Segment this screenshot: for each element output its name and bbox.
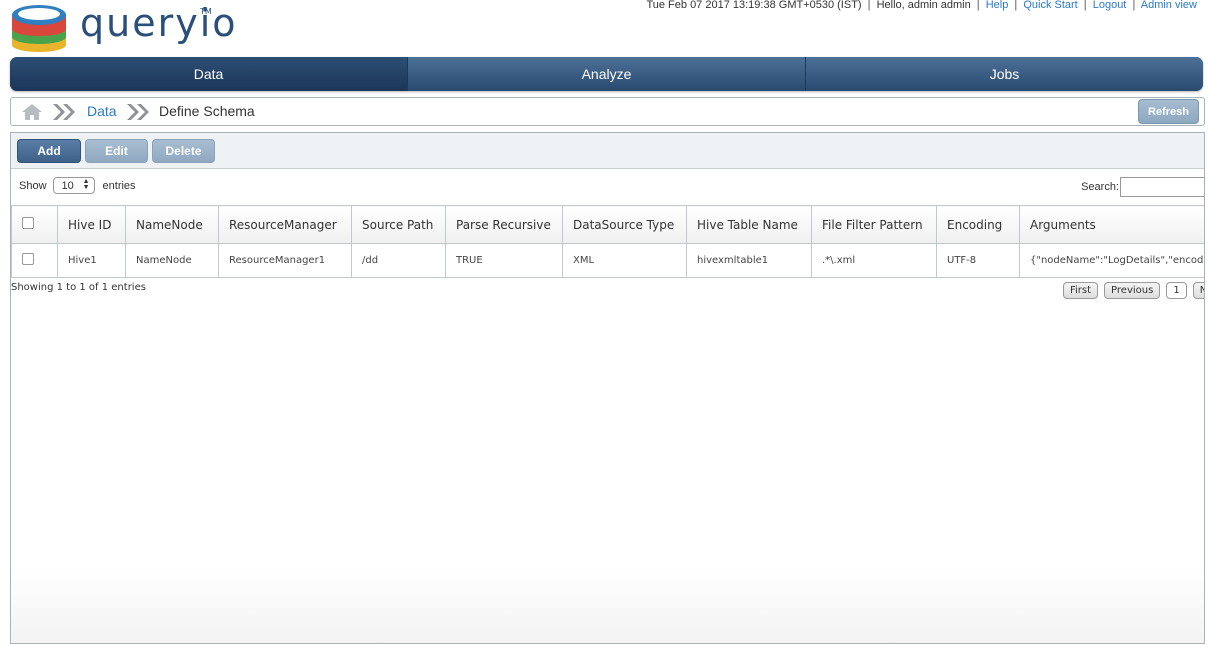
delete-button[interactable]: Delete xyxy=(152,139,215,163)
column-header[interactable]: Arguments xyxy=(1019,205,1204,244)
show-label: Show xyxy=(19,179,47,192)
column-header[interactable]: DataSource Type xyxy=(562,205,687,244)
toolbar: Add Edit Delete xyxy=(11,133,1204,169)
header: queryio TM Tue Feb 07 2017 13:19:38 GMT+… xyxy=(0,0,1211,56)
table-cell: /dd xyxy=(351,243,446,278)
table-cell: NameNode xyxy=(125,243,219,278)
pagination: First Previous 1 Next xyxy=(1063,282,1204,299)
table-cell: {"nodeName":"LogDetails","encoding":"UTF… xyxy=(1019,243,1204,278)
database-logo-icon xyxy=(12,5,66,52)
column-header[interactable]: File Filter Pattern xyxy=(811,205,937,244)
column-header[interactable]: ResourceManager xyxy=(218,205,352,244)
select-all-cell xyxy=(11,205,58,244)
table-cell: hivexmltable1 xyxy=(686,243,812,278)
first-page-button[interactable]: First xyxy=(1063,282,1099,299)
table-cell: TRUE xyxy=(445,243,563,278)
schema-panel: Add Edit Delete Show 10 ▲ ▼ entries Searc… xyxy=(10,132,1205,644)
tab-analyze[interactable]: Analyze xyxy=(407,57,805,91)
main-nav: Data Analyze Jobs xyxy=(10,57,1203,91)
column-header[interactable]: NameNode xyxy=(125,205,219,244)
trademark: TM xyxy=(200,7,212,16)
top-user-bar: Tue Feb 07 2017 13:19:38 GMT+0530 (IST) … xyxy=(646,0,1197,11)
home-icon[interactable] xyxy=(21,103,43,121)
entries-select[interactable]: 10 ▲ ▼ xyxy=(52,177,95,194)
table-cell: .*\.xml xyxy=(811,243,937,278)
refresh-button[interactable]: Refresh xyxy=(1138,99,1199,124)
column-header[interactable]: Hive ID xyxy=(57,205,126,244)
select-arrows-icon: ▲ ▼ xyxy=(82,178,90,191)
entries-value: 10 xyxy=(61,179,74,192)
entries-label: entries xyxy=(102,179,136,192)
row-select-cell xyxy=(11,243,58,278)
logout-link[interactable]: Logout xyxy=(1093,0,1127,11)
chevron-right-icon xyxy=(127,104,149,120)
table-cell: Hive1 xyxy=(57,243,126,278)
table-cell: UTF-8 xyxy=(936,243,1020,278)
table-info: Showing 1 to 1 of 1 entries xyxy=(11,282,146,293)
schema-table: Hive ID NameNode ResourceManager Source … xyxy=(11,205,1204,278)
search-input[interactable] xyxy=(1120,177,1204,197)
tab-data[interactable]: Data xyxy=(10,57,407,91)
column-header[interactable]: Parse Recursive xyxy=(445,205,563,244)
previous-page-button[interactable]: Previous xyxy=(1104,282,1161,299)
row-checkbox[interactable] xyxy=(22,253,34,265)
search-label: Search: xyxy=(1081,181,1119,193)
help-link[interactable]: Help xyxy=(986,0,1009,11)
table-row[interactable]: Hive1 NameNode ResourceManager1 /dd TRUE… xyxy=(11,243,1204,278)
table-cell: XML xyxy=(562,243,687,278)
page-number-button[interactable]: 1 xyxy=(1166,282,1187,299)
logo-wordmark: queryio xyxy=(80,1,238,45)
table-cell: ResourceManager1 xyxy=(218,243,352,278)
entries-control: Show 10 ▲ ▼ entries xyxy=(19,177,136,194)
admin-view-link[interactable]: Admin view xyxy=(1141,0,1197,11)
column-header[interactable]: Hive Table Name xyxy=(686,205,812,244)
edit-button[interactable]: Edit xyxy=(85,139,148,163)
add-button[interactable]: Add xyxy=(17,139,81,163)
greeting: Hello, admin admin xyxy=(876,0,971,11)
select-all-checkbox[interactable] xyxy=(22,216,34,229)
search-control: Search: xyxy=(1081,177,1204,197)
breadcrumb-current: Define Schema xyxy=(159,103,255,119)
column-header[interactable]: Source Path xyxy=(351,205,446,244)
column-header[interactable]: Encoding xyxy=(936,205,1020,244)
tab-jobs[interactable]: Jobs xyxy=(805,57,1203,91)
breadcrumb: Data Define Schema Refresh xyxy=(10,97,1205,126)
table-header-row: Hive ID NameNode ResourceManager Source … xyxy=(11,205,1204,244)
quick-start-link[interactable]: Quick Start xyxy=(1023,0,1077,11)
chevron-right-icon xyxy=(53,104,75,120)
breadcrumb-data-link[interactable]: Data xyxy=(87,103,117,119)
datetime: Tue Feb 07 2017 13:19:38 GMT+0530 (IST) xyxy=(646,0,862,11)
queryio-logo[interactable]: queryio TM xyxy=(10,1,236,53)
next-page-button[interactable]: Next xyxy=(1192,282,1204,299)
